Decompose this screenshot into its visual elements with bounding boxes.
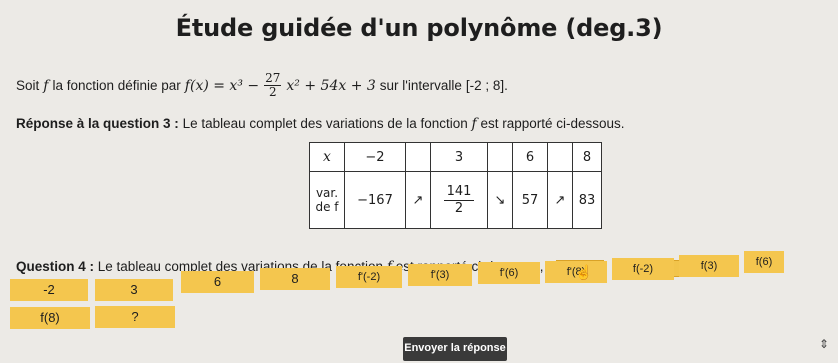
arrow-down-icon: ↘ xyxy=(487,171,513,229)
scroll-arrows-icon[interactable]: ⇕ xyxy=(819,337,829,351)
q3-label: Réponse à la question 3 : xyxy=(16,116,179,131)
variation-table: x −2 3 6 8 var. de f −167 ↗ 141 2 ↘ 57 ↗… xyxy=(309,142,602,229)
var-value-1: −167 xyxy=(344,171,406,229)
q1-interval: [-2 ; 8]. xyxy=(465,78,508,93)
var-value-4: 83 xyxy=(572,171,602,229)
arrow-up-icon: ↗ xyxy=(405,171,431,229)
var-value-2-num: 141 xyxy=(443,184,475,201)
choice-chip[interactable]: ? xyxy=(95,306,175,328)
q1-fx: f(x) = x³ − xyxy=(184,77,260,94)
q1-fraction: 27 2 xyxy=(264,71,282,99)
x-value-4: 8 xyxy=(572,142,602,172)
x-header: x xyxy=(309,142,345,172)
var-value-3: 57 xyxy=(512,171,548,229)
q1-interval-text: sur l'intervalle xyxy=(379,78,462,93)
q1-frac-den: 2 xyxy=(268,85,277,99)
choice-chip[interactable]: 6 xyxy=(181,271,254,293)
choice-chip[interactable]: -2 xyxy=(10,279,88,301)
choice-chip[interactable]: 3 xyxy=(95,279,173,301)
q1-text: la fonction définie par xyxy=(52,78,181,93)
q1-prefix: Soit xyxy=(16,78,40,93)
var-header: var. de f xyxy=(309,171,345,229)
choice-chip[interactable]: f'(3) xyxy=(408,264,472,286)
page-title: Étude guidée d'un polynôme (deg.3) xyxy=(175,14,663,42)
x-value-3: 6 xyxy=(512,142,548,172)
submit-button[interactable]: Envoyer la réponse xyxy=(403,337,507,361)
arrow-up-icon: ↗ xyxy=(547,171,573,229)
answer-3: Réponse à la question 3 : Le tableau com… xyxy=(16,116,625,132)
table-row-x: x −2 3 6 8 xyxy=(309,142,602,172)
choice-chip[interactable]: f'(-2) xyxy=(336,266,402,288)
choice-chip[interactable]: f(6) xyxy=(744,251,784,273)
choice-chip[interactable]: f'(6) xyxy=(478,262,540,284)
x-value-2: 3 xyxy=(430,142,488,172)
q1-rest: x² + 54x + 3 xyxy=(286,77,376,94)
table-row-var: var. de f −167 ↗ 141 2 ↘ 57 ↗ 83 xyxy=(309,171,602,229)
choice-chip[interactable]: f(8) xyxy=(10,307,90,329)
choice-chip[interactable]: 8 xyxy=(260,268,330,290)
choice-chip[interactable]: f(-2) xyxy=(612,258,674,280)
q3-suffix: est rapporté ci-dessous. xyxy=(480,116,625,131)
q1-f: f xyxy=(43,77,49,94)
q4-label: Question 4 : xyxy=(16,259,95,274)
var-value-2-den: 2 xyxy=(454,200,464,216)
hand-cursor-icon: ☝ xyxy=(575,264,593,280)
var-value-2: 141 2 xyxy=(430,171,488,229)
q3-text: Le tableau complet des variations de la … xyxy=(182,116,468,131)
choice-chip[interactable]: f(3) xyxy=(679,255,739,277)
q3-f: f xyxy=(471,116,477,132)
q1-frac-num: 27 xyxy=(264,71,282,86)
x-value-1: −2 xyxy=(344,142,406,172)
question-1: Soit f la fonction définie par f(x) = x³… xyxy=(16,72,508,99)
